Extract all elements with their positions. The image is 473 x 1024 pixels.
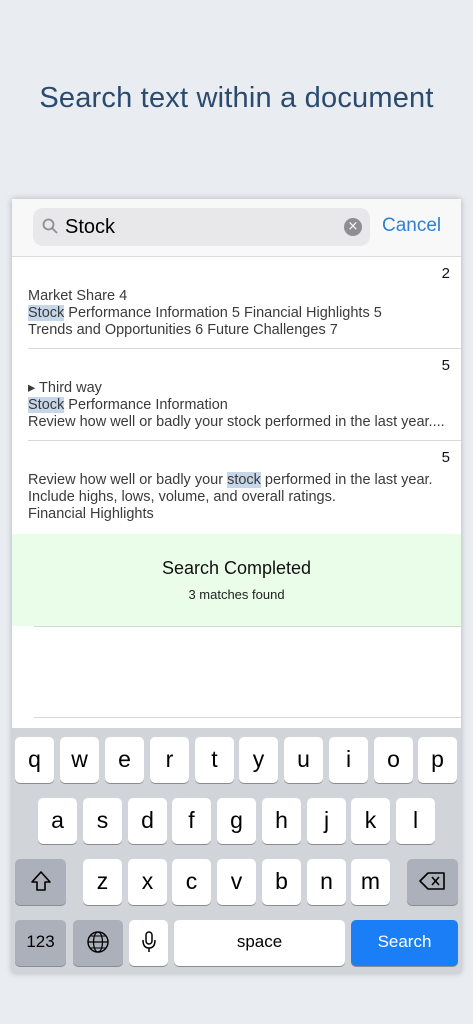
key-s[interactable]: s — [83, 798, 122, 844]
shift-icon — [30, 871, 51, 891]
key-v[interactable]: v — [217, 859, 256, 905]
globe-icon — [87, 931, 109, 953]
key-a[interactable]: a — [38, 798, 77, 844]
result-line: Review how well or badly your stock perf… — [28, 414, 445, 430]
result-line: Trends and Opportunities 6 Future Challe… — [28, 322, 338, 338]
key-g[interactable]: g — [217, 798, 256, 844]
key-w[interactable]: w — [60, 737, 99, 783]
key-m[interactable]: m — [351, 859, 390, 905]
numbers-key[interactable]: 123 — [15, 920, 66, 966]
key-d[interactable]: d — [128, 798, 167, 844]
search-completed-banner: Search Completed 3 matches found — [12, 534, 461, 626]
space-key[interactable]: space — [174, 920, 345, 966]
search-result-item[interactable]: 5 Review how well or badly your stock pe… — [28, 441, 461, 533]
status-title: Search Completed — [161, 558, 312, 578]
match-highlight: Stock — [28, 305, 65, 321]
search-results-list: 2 Market Share 4 Stock Performance Infor… — [12, 257, 461, 533]
shift-key[interactable] — [15, 859, 66, 905]
key-p[interactable]: p — [418, 737, 457, 783]
microphone-icon — [141, 931, 156, 952]
globe-key[interactable] — [73, 920, 123, 966]
match-highlight: Stock — [28, 397, 65, 413]
key-q[interactable]: q — [15, 737, 54, 783]
key-f[interactable]: f — [172, 798, 211, 844]
key-n[interactable]: n — [307, 859, 346, 905]
magnifier-icon — [42, 218, 58, 234]
key-z[interactable]: z — [83, 859, 122, 905]
search-result-item[interactable]: 2 Market Share 4 Stock Performance Infor… — [28, 257, 461, 349]
result-line: Review how well or badly your stock perf… — [28, 472, 433, 488]
search-bar: × Cancel — [12, 199, 461, 257]
key-u[interactable]: u — [284, 737, 323, 783]
backspace-key[interactable] — [407, 859, 458, 905]
result-line: ▸ Third way — [28, 380, 102, 396]
search-result-item[interactable]: 5 ▸ Third way Stock Performance Informat… — [28, 349, 461, 441]
key-h[interactable]: h — [262, 798, 301, 844]
result-line: Include highs, lows, volume, and overall… — [28, 489, 336, 505]
microphone-key[interactable] — [129, 920, 168, 966]
key-o[interactable]: o — [374, 737, 413, 783]
status-subtitle: 3 matches found — [188, 587, 285, 602]
search-key[interactable]: Search — [351, 920, 458, 966]
key-l[interactable]: l — [396, 798, 435, 844]
result-page-number: 5 — [441, 449, 450, 466]
result-line: Stock Performance Information — [28, 397, 228, 413]
result-line: Financial Highlights — [28, 506, 154, 522]
result-page-number: 5 — [441, 357, 450, 374]
key-b[interactable]: b — [262, 859, 301, 905]
page-headline: Search text within a document — [39, 82, 434, 114]
key-y[interactable]: y — [239, 737, 278, 783]
result-line: Market Share 4 — [28, 288, 128, 304]
key-r[interactable]: r — [150, 737, 189, 783]
key-k[interactable]: k — [351, 798, 390, 844]
list-divider — [34, 626, 461, 627]
clear-search-button[interactable]: × — [344, 218, 362, 236]
key-c[interactable]: c — [172, 859, 211, 905]
list-divider — [34, 717, 461, 718]
result-page-number: 2 — [441, 265, 450, 282]
cancel-button[interactable]: Cancel — [382, 215, 441, 237]
search-input[interactable] — [65, 213, 335, 241]
key-x[interactable]: x — [128, 859, 167, 905]
phone-screen: × Cancel 2 Market Share 4 Stock Performa… — [12, 199, 461, 973]
key-t[interactable]: t — [195, 737, 234, 783]
result-line: Stock Performance Information 5 Financia… — [28, 305, 382, 321]
key-i[interactable]: i — [329, 737, 368, 783]
backspace-icon — [418, 872, 445, 890]
on-screen-keyboard: q w e r t y u i o p a s d f g h j k l z … — [12, 728, 461, 973]
search-field[interactable]: × — [33, 208, 370, 246]
key-e[interactable]: e — [105, 737, 144, 783]
key-j[interactable]: j — [307, 798, 346, 844]
match-highlight: stock — [227, 472, 261, 488]
